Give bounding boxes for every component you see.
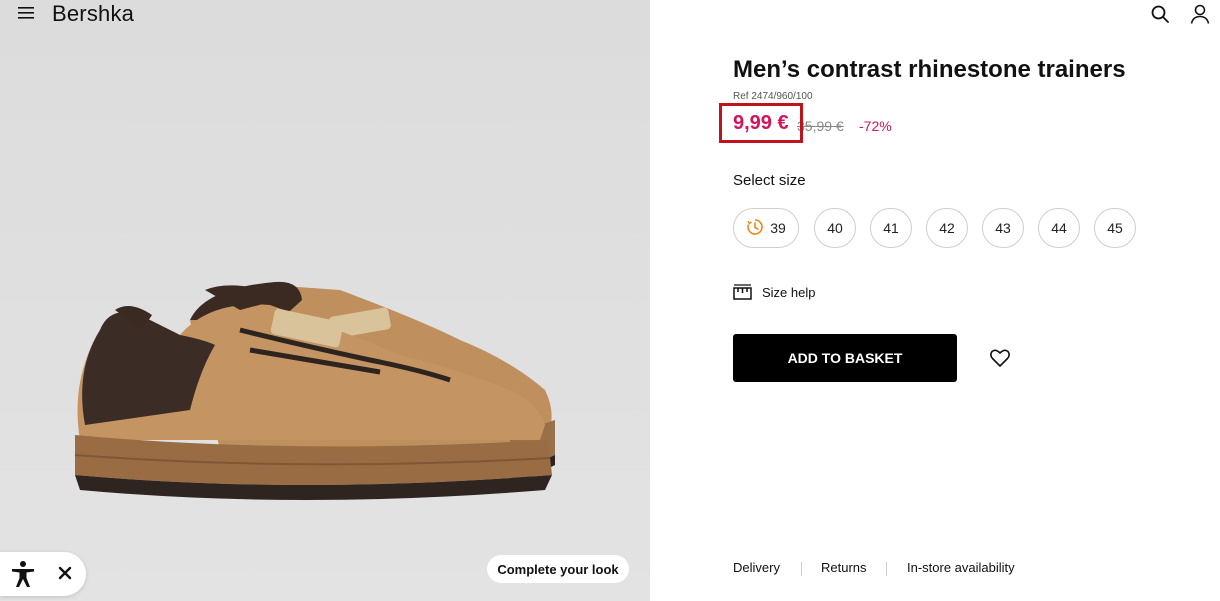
divider [886,562,887,576]
product-page: Bershka Complete your look Men’s contras… [0,0,1220,601]
original-price: 35,99 € [797,118,844,134]
complete-your-look-button[interactable]: Complete your look [487,555,629,583]
divider [801,562,802,576]
delivery-link[interactable]: Delivery [733,560,780,575]
size-option-40[interactable]: 40 [814,208,856,248]
product-reference: Ref 2474/960/100 [733,91,813,102]
search-icon[interactable] [1151,5,1169,23]
accessibility-icon[interactable] [8,559,38,589]
hamburger-menu-icon[interactable] [18,6,34,20]
size-option-39[interactable]: 39 [733,208,799,248]
heart-icon[interactable] [989,347,1011,369]
add-to-basket-button[interactable]: ADD TO BASKET [733,334,957,382]
low-stock-clock-icon [747,219,764,236]
size-help-label: Size help [762,285,816,300]
product-title: Men’s contrast rhinestone trainers [733,56,1126,83]
product-image-panel: Bershka Complete your look [0,0,650,601]
discount-badge: -72% [859,118,892,134]
size-option-label: 39 [770,219,786,236]
size-option-45[interactable]: 45 [1094,208,1136,248]
brand-logo[interactable]: Bershka [52,1,134,27]
size-option-44[interactable]: 44 [1038,208,1080,248]
size-option-43[interactable]: 43 [982,208,1024,248]
ruler-icon [733,284,752,300]
current-price: 9,99 € [733,112,789,134]
front-shoe [74,285,552,500]
product-image [74,281,555,500]
select-size-label: Select size [733,172,806,189]
user-icon[interactable] [1190,4,1210,24]
size-option-41[interactable]: 41 [870,208,912,248]
accessibility-widget [0,552,86,596]
close-icon[interactable] [55,563,75,583]
size-option-42[interactable]: 42 [926,208,968,248]
returns-link[interactable]: Returns [821,560,867,575]
in-store-availability-link[interactable]: In-store availability [907,560,1015,575]
